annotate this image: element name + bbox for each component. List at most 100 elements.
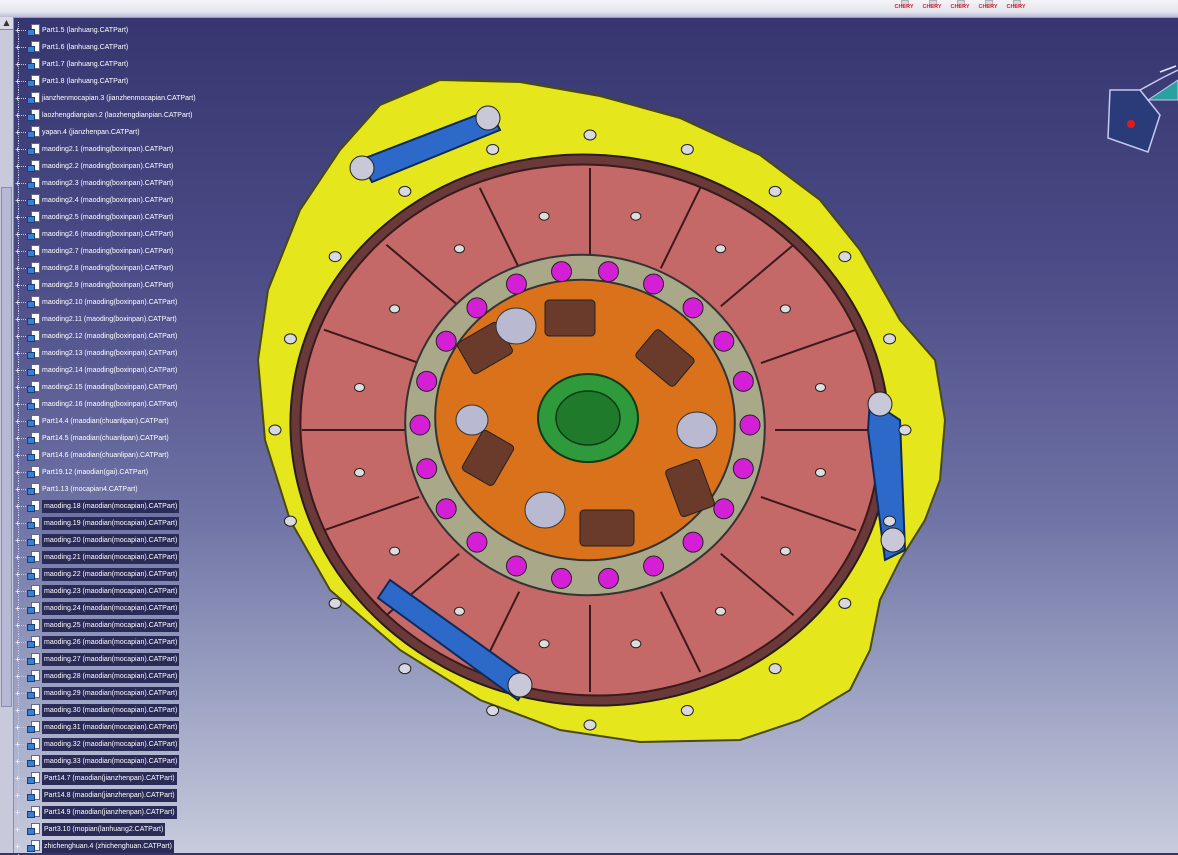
- tree-node[interactable]: + maoding.26 (maodian(mocapian).CATPart): [14, 634, 254, 651]
- tree-node[interactable]: + maoding.21 (maodian(mocapian).CATPart): [14, 549, 254, 566]
- tree-node-label[interactable]: Part19.12 (maodian(gai).CATPart): [42, 466, 148, 479]
- expand-icon[interactable]: +: [14, 622, 21, 630]
- tree-node[interactable]: + maoding2.4 (maoding(boxinpan).CATPart): [14, 192, 254, 209]
- expand-icon[interactable]: +: [14, 452, 21, 460]
- expand-icon[interactable]: +: [14, 248, 21, 256]
- tree-node[interactable]: + maoding2.6 (maoding(boxinpan).CATPart): [14, 226, 254, 243]
- compass-icon[interactable]: [1100, 60, 1178, 160]
- tree-node-label[interactable]: maoding.22 (maodian(mocapian).CATPart): [42, 568, 180, 581]
- tree-node-label[interactable]: maoding.23 (maodian(mocapian).CATPart): [42, 585, 180, 598]
- specification-tree[interactable]: + Part1.5 (lanhuang.CATPart) + Part1.6 (lan…: [14, 22, 254, 855]
- tree-node[interactable]: + maoding.24 (maodian(mocapian).CATPart): [14, 600, 254, 617]
- tree-node[interactable]: + Part1.13 (mocapian4.CATPart): [14, 481, 254, 498]
- expand-icon[interactable]: +: [14, 707, 21, 715]
- tree-node[interactable]: + maoding.25 (maodian(mocapian).CATPart): [14, 617, 254, 634]
- expand-icon[interactable]: +: [14, 197, 21, 205]
- tree-node-label[interactable]: maoding.21 (maodian(mocapian).CATPart): [42, 551, 180, 564]
- tree-node[interactable]: + Part3.10 (mopian(lanhuang2.CATPart): [14, 821, 254, 838]
- expand-icon[interactable]: +: [14, 146, 21, 154]
- tree-node[interactable]: + maoding2.7 (maoding(boxinpan).CATPart): [14, 243, 254, 260]
- tree-node-label[interactable]: Part1.8 (lanhuang.CATPart): [42, 75, 128, 88]
- tree-node-label[interactable]: Part14.8 (maodian(jianzhenpan).CATPart): [42, 789, 177, 802]
- tree-node-label[interactable]: maoding.26 (maodian(mocapian).CATPart): [42, 636, 180, 649]
- tree-node[interactable]: + maoding.28 (maodian(mocapian).CATPart): [14, 668, 254, 685]
- tree-node[interactable]: + maoding2.1 (maoding(boxinpan).CATPart): [14, 141, 254, 158]
- expand-icon[interactable]: +: [14, 333, 21, 341]
- expand-icon[interactable]: +: [14, 61, 21, 69]
- tree-node[interactable]: + maoding2.5 (maoding(boxinpan).CATPart): [14, 209, 254, 226]
- tree-node-label[interactable]: jianzhenmocapian.3 (jianzhenmocapian.CAT…: [42, 92, 196, 105]
- expand-icon[interactable]: +: [14, 775, 21, 783]
- tree-node[interactable]: + zhichenghuan.4 (zhichenghuan.CATPart): [14, 838, 254, 855]
- tree-node[interactable]: + Part1.8 (lanhuang.CATPart): [14, 73, 254, 90]
- tree-node-label[interactable]: maoding2.7 (maoding(boxinpan).CATPart): [42, 245, 173, 258]
- expand-icon[interactable]: +: [14, 588, 21, 596]
- tree-node[interactable]: + maoding2.13 (maoding(boxinpan).CATPart): [14, 345, 254, 362]
- expand-icon[interactable]: +: [14, 724, 21, 732]
- expand-icon[interactable]: +: [14, 180, 21, 188]
- tree-node-label[interactable]: maoding.33 (maodian(mocapian).CATPart): [42, 755, 180, 768]
- tree-node[interactable]: + maoding2.16 (maoding(boxinpan).CATPart): [14, 396, 254, 413]
- tree-node[interactable]: + Part14.4 (maodian(chuanlipan).CATPart): [14, 413, 254, 430]
- expand-icon[interactable]: +: [14, 605, 21, 613]
- tree-node-label[interactable]: maoding2.12 (maoding(boxinpan).CATPart): [42, 330, 177, 343]
- expand-icon[interactable]: +: [14, 741, 21, 749]
- expand-icon[interactable]: +: [14, 469, 21, 477]
- expand-icon[interactable]: +: [14, 163, 21, 171]
- expand-icon[interactable]: +: [14, 435, 21, 443]
- tree-node[interactable]: + maoding.22 (maodian(mocapian).CATPart): [14, 566, 254, 583]
- expand-icon[interactable]: +: [14, 95, 21, 103]
- tree-node[interactable]: + maoding.29 (maodian(mocapian).CATPart): [14, 685, 254, 702]
- tree-node-label[interactable]: laozhengdianpian.2 (laozhengdianpian.CAT…: [42, 109, 192, 122]
- tree-node-label[interactable]: maoding.31 (maodian(mocapian).CATPart): [42, 721, 180, 734]
- tree-node[interactable]: + Part1.5 (lanhuang.CATPart): [14, 22, 254, 39]
- expand-icon[interactable]: +: [14, 44, 21, 52]
- tree-node-label[interactable]: Part14.5 (maodian(chuanlipan).CATPart): [42, 432, 169, 445]
- expand-icon[interactable]: +: [14, 112, 21, 120]
- tree-node-label[interactable]: maoding2.16 (maoding(boxinpan).CATPart): [42, 398, 177, 411]
- tree-node-label[interactable]: Part3.10 (mopian(lanhuang2.CATPart): [42, 823, 166, 836]
- expand-icon[interactable]: +: [14, 571, 21, 579]
- expand-icon[interactable]: +: [14, 384, 21, 392]
- tree-node-label[interactable]: maoding2.5 (maoding(boxinpan).CATPart): [42, 211, 173, 224]
- expand-icon[interactable]: +: [14, 282, 21, 290]
- tree-node-label[interactable]: Part1.13 (mocapian4.CATPart): [42, 483, 138, 496]
- tree-node-label[interactable]: maoding2.14 (maoding(boxinpan).CATPart): [42, 364, 177, 377]
- tree-node[interactable]: + maoding.18 (maodian(mocapian).CATPart): [14, 498, 254, 515]
- tree-node[interactable]: + Part1.7 (lanhuang.CATPart): [14, 56, 254, 73]
- expand-icon[interactable]: +: [14, 554, 21, 562]
- expand-icon[interactable]: +: [14, 537, 21, 545]
- expand-icon[interactable]: +: [14, 418, 21, 426]
- tree-node-label[interactable]: Part1.5 (lanhuang.CATPart): [42, 24, 128, 37]
- tree-node-label[interactable]: maoding2.3 (maoding(boxinpan).CATPart): [42, 177, 173, 190]
- tree-node[interactable]: + maoding2.8 (maoding(boxinpan).CATPart): [14, 260, 254, 277]
- expand-icon[interactable]: +: [14, 129, 21, 137]
- expand-icon[interactable]: +: [14, 316, 21, 324]
- expand-icon[interactable]: +: [14, 231, 21, 239]
- tree-node-label[interactable]: maoding2.4 (maoding(boxinpan).CATPart): [42, 194, 173, 207]
- tree-node-label[interactable]: maoding2.1 (maoding(boxinpan).CATPart): [42, 143, 173, 156]
- expand-icon[interactable]: +: [14, 78, 21, 86]
- expand-icon[interactable]: +: [14, 27, 21, 35]
- tree-node[interactable]: + Part14.5 (maodian(chuanlipan).CATPart): [14, 430, 254, 447]
- expand-icon[interactable]: +: [14, 520, 21, 528]
- tree-node[interactable]: + maoding2.15 (maoding(boxinpan).CATPart): [14, 379, 254, 396]
- expand-icon[interactable]: +: [14, 299, 21, 307]
- tree-node-label[interactable]: zhichenghuan.4 (zhichenghuan.CATPart): [42, 840, 174, 853]
- tree-node-label[interactable]: yapan.4 (jianzhenpan.CATPart): [42, 126, 140, 139]
- tree-node-label[interactable]: maoding2.15 (maoding(boxinpan).CATPart): [42, 381, 177, 394]
- expand-icon[interactable]: +: [14, 673, 21, 681]
- expand-icon[interactable]: +: [14, 792, 21, 800]
- tree-node-label[interactable]: maoding.27 (maodian(mocapian).CATPart): [42, 653, 180, 666]
- clutch-assembly-model[interactable]: [255, 78, 947, 744]
- tree-node-label[interactable]: maoding.28 (maodian(mocapian).CATPart): [42, 670, 180, 683]
- tree-node[interactable]: + laozhengdianpian.2 (laozhengdianpian.CA…: [14, 107, 254, 124]
- tree-node-label[interactable]: Part14.4 (maodian(chuanlipan).CATPart): [42, 415, 169, 428]
- tree-node-label[interactable]: maoding2.9 (maoding(boxinpan).CATPart): [42, 279, 173, 292]
- tree-node-label[interactable]: maoding2.11 (maoding(boxinpan).CATPart): [42, 313, 177, 326]
- tree-node-label[interactable]: maoding.29 (maodian(mocapian).CATPart): [42, 687, 180, 700]
- tree-node[interactable]: + maoding2.10 (maoding(boxinpan).CATPart): [14, 294, 254, 311]
- tree-node-label[interactable]: Part14.9 (maodian(jianzhenpan).CATPart): [42, 806, 177, 819]
- expand-icon[interactable]: +: [14, 690, 21, 698]
- expand-icon[interactable]: +: [14, 401, 21, 409]
